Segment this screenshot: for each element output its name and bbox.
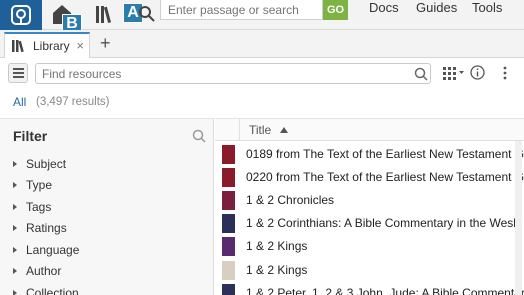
filter-title: Filter	[13, 128, 48, 144]
facet-label: Language	[26, 243, 80, 257]
passage-search-input[interactable]	[160, 0, 323, 20]
facet-tags[interactable]: Tags	[13, 200, 51, 214]
tab-library[interactable]: Library ×	[4, 32, 90, 58]
resource-title: 1 & 2 Kings	[246, 239, 308, 253]
result-count: (3,497 results)	[36, 96, 110, 108]
info-icon[interactable]	[470, 65, 485, 80]
logos-home-button[interactable]	[0, 0, 42, 30]
facet-author[interactable]: Author	[13, 264, 61, 278]
facet-language[interactable]: Language	[13, 243, 79, 257]
caret-right-icon	[13, 290, 17, 295]
resource-title: 0220 from The Text of the Earliest New T…	[246, 170, 524, 184]
tab-label: Library	[33, 39, 70, 53]
resource-title: 1 & 2 Kings	[246, 263, 308, 277]
table-row[interactable]: 0189 from The Text of the Earliest New T…	[215, 143, 524, 166]
facet-subject[interactable]: Subject	[13, 157, 66, 171]
resource-title: 0189 from The Text of the Earliest New T…	[246, 147, 524, 161]
more-options-icon[interactable]	[500, 65, 510, 81]
table-row[interactable]: 1 & 2 Kings	[215, 259, 524, 282]
title-column-header[interactable]: Title	[249, 123, 271, 137]
table-row[interactable]: 1 & 2 Peter, 1, 2 & 3 John, Jude: A Bibl…	[215, 282, 524, 295]
top-toolbar: B A GO Docs Guides Tools	[0, 0, 524, 34]
caret-right-icon	[13, 204, 17, 210]
facet-collection[interactable]: Collection	[13, 286, 79, 295]
filter-panel: Filter Subject Type Tags Ratings Languag…	[0, 118, 214, 295]
close-icon[interactable]: ×	[76, 38, 84, 53]
all-filter-link[interactable]: All	[13, 95, 26, 109]
nav-docs[interactable]: Docs	[369, 0, 399, 16]
caret-right-icon	[13, 161, 17, 167]
resource-toolbar	[0, 58, 524, 88]
go-button[interactable]: GO	[323, 0, 348, 20]
caret-right-icon	[13, 225, 17, 231]
add-tab-button[interactable]: +	[100, 33, 111, 53]
results-table: Title 0189 from The Text of the Earliest…	[215, 118, 524, 295]
book-cover-icon	[222, 214, 235, 233]
book-cover-icon	[222, 261, 235, 280]
search-icon[interactable]	[138, 5, 156, 23]
logos-logo-icon	[11, 5, 31, 25]
resource-title: 1 & 2 Corinthians: A Bible Commentary in…	[246, 216, 523, 230]
tab-strip: Library × +	[0, 30, 524, 58]
facet-label: Subject	[26, 157, 67, 171]
book-cover-icon	[222, 168, 235, 187]
find-resources-input[interactable]	[35, 63, 431, 84]
library-icon[interactable]	[94, 3, 118, 25]
book-cover-icon	[222, 145, 235, 164]
table-row[interactable]: 1 & 2 Corinthians: A Bible Commentary in…	[215, 212, 524, 235]
panel-menu-button[interactable]	[8, 63, 28, 83]
resource-title: 1 & 2 Peter, 1, 2 & 3 John, Jude: A Bibl…	[246, 286, 524, 295]
column-divider	[239, 119, 240, 141]
nav-tools[interactable]: Tools	[472, 0, 502, 16]
view-options-icon[interactable]	[443, 66, 465, 80]
library-icon	[12, 40, 24, 53]
facet-label: Type	[26, 178, 53, 192]
facet-label: Ratings	[26, 221, 67, 235]
facet-label: Collection	[26, 286, 79, 295]
facet-label: Tags	[26, 200, 52, 214]
facet-type[interactable]: Type	[13, 178, 52, 192]
table-row[interactable]: 1 & 2 Chronicles	[215, 189, 524, 212]
book-cover-icon	[222, 191, 235, 210]
book-cover-icon	[222, 284, 235, 295]
table-row[interactable]: 1 & 2 Kings	[215, 235, 524, 258]
facet-label: Author	[26, 264, 62, 278]
caret-right-icon	[13, 182, 17, 188]
resource-title: 1 & 2 Chronicles	[246, 193, 335, 207]
search-icon[interactable]	[414, 67, 428, 81]
search-icon[interactable]	[192, 129, 206, 143]
results-scrollbar[interactable]	[515, 141, 522, 295]
nav-guides[interactable]: Guides	[416, 0, 457, 16]
book-cover-icon	[222, 237, 235, 256]
facet-ratings[interactable]: Ratings	[13, 221, 67, 235]
table-header: Title	[215, 119, 524, 141]
sort-ascending-icon	[280, 127, 288, 133]
results-summary: All (3,497 results)	[0, 90, 524, 116]
table-row[interactable]: 0220 from The Text of the Earliest New T…	[215, 166, 524, 189]
caret-right-icon	[13, 268, 17, 274]
caret-right-icon	[13, 247, 17, 253]
